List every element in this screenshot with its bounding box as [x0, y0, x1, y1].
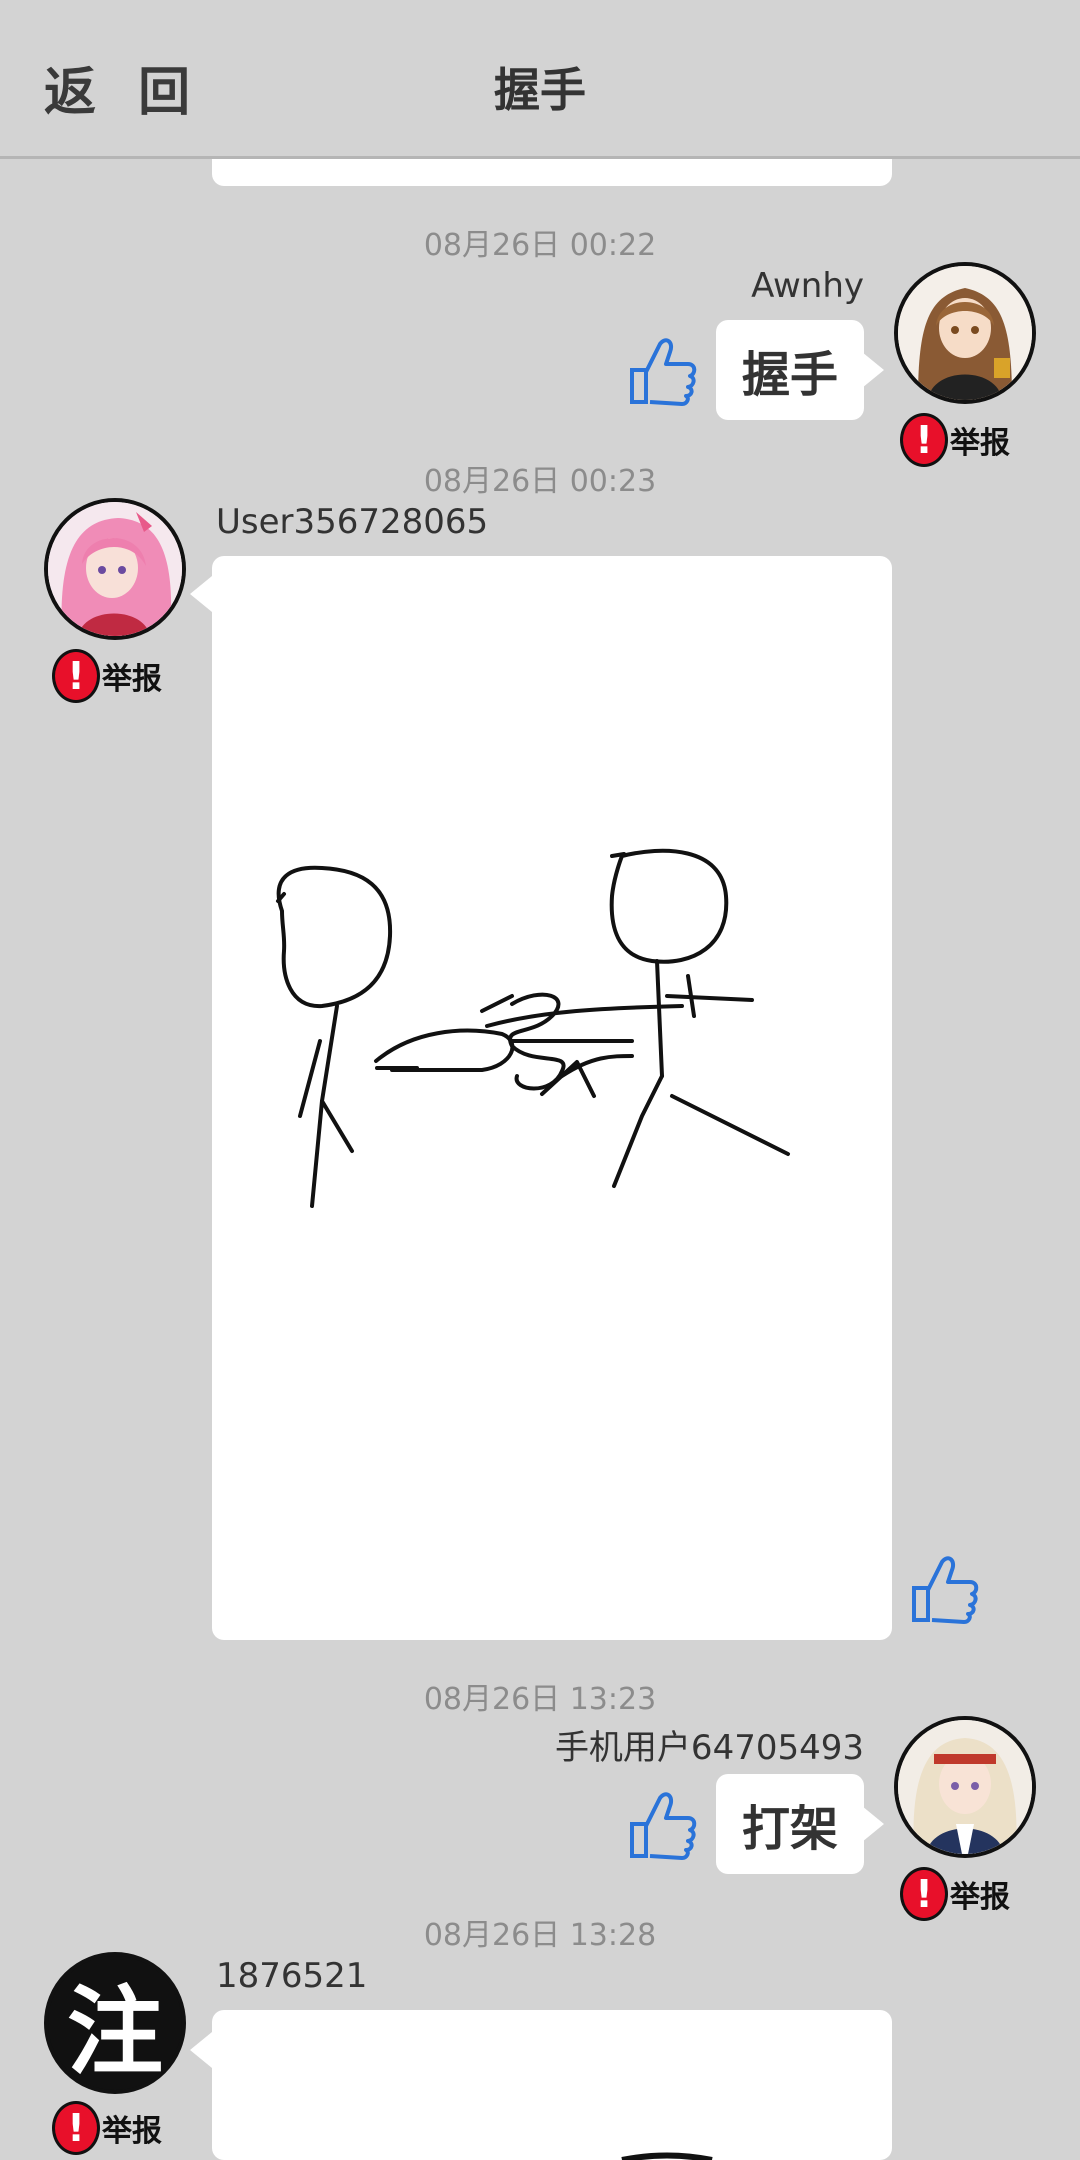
report-label: 举报 [102, 2114, 162, 2149]
message-bubble[interactable]: 握手 [716, 320, 864, 420]
bubble-tail [862, 352, 884, 388]
report-button[interactable]: ! 举报 [52, 2100, 162, 2156]
message-timestamp: 08月26日 13:28 [423, 1918, 657, 1953]
top-bar: 返 回 握手 [0, 0, 1080, 159]
message-username: 1876521 [216, 1956, 368, 1996]
message-username: Awnhy [751, 266, 864, 306]
drawing-image[interactable] [212, 2010, 892, 2160]
message-bubble[interactable]: 打架 [716, 1774, 864, 1874]
avatar[interactable] [44, 498, 186, 640]
thumbs-up-icon[interactable] [906, 1548, 982, 1624]
avatar-portrait-icon [898, 266, 1032, 400]
bubble-tail [862, 1806, 884, 1842]
avatar-portrait-icon [48, 502, 182, 636]
report-label: 举报 [102, 662, 162, 697]
drawing-preview [621, 2152, 713, 2160]
message-username: User356728065 [216, 502, 489, 542]
message-timestamp: 08月26日 13:23 [423, 1682, 657, 1717]
warning-icon: ! [52, 2101, 100, 2155]
avatar[interactable] [894, 262, 1036, 404]
message-username: 手机用户64705493 [554, 1728, 864, 1768]
avatar-portrait-icon [898, 1720, 1032, 1854]
bubble-tail [190, 2032, 212, 2068]
page-title: 握手 [494, 63, 586, 117]
handshake-drawing [276, 848, 790, 1208]
drawing-image[interactable] [212, 556, 892, 1640]
avatar[interactable]: 注 [44, 1952, 186, 2094]
warning-icon: ! [52, 649, 100, 703]
thumbs-up-icon[interactable] [624, 330, 700, 406]
bubble-tail [190, 576, 212, 612]
message-timestamp: 08月26日 00:23 [423, 464, 657, 499]
message-timestamp: 08月26日 00:22 [423, 228, 657, 263]
report-button[interactable]: ! 举报 [52, 648, 162, 704]
thumbs-up-icon[interactable] [624, 1784, 700, 1860]
avatar[interactable] [894, 1716, 1036, 1858]
avatar-character: 注 [67, 1974, 163, 2088]
